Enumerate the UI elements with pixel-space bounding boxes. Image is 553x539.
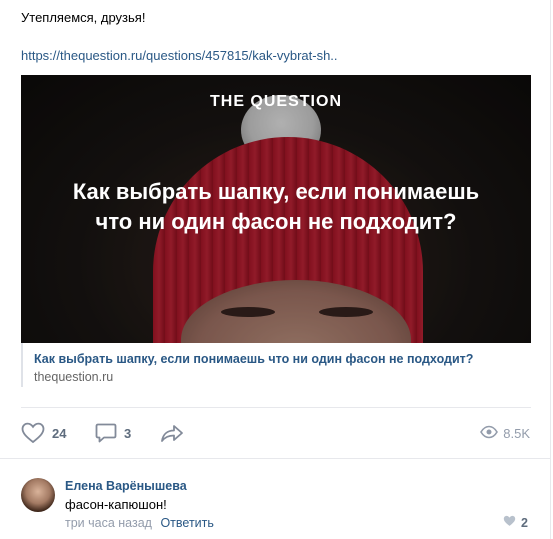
divider (0, 458, 551, 459)
snippet-brand: THE QUESTION (209, 93, 342, 110)
comment-meta: три часа назад Ответить (65, 516, 214, 530)
post-text: Утепляемся, друзья! (21, 10, 146, 25)
like-button[interactable]: 24 (21, 420, 66, 446)
snippet-headline: Как выбрать шапку, если понимаешь что ни… (21, 177, 531, 237)
comment-like-button[interactable]: 2 (503, 515, 528, 530)
snippet-headline-line2: что ни один фасон не подходит? (95, 209, 457, 234)
comment-text: фасон-капюшон! (65, 497, 167, 512)
views-count: 8.5K (503, 425, 530, 441)
comment-icon (95, 422, 117, 444)
like-count: 24 (52, 425, 67, 441)
snippet-headline-line1: Как выбрать шапку, если понимаешь (72, 179, 480, 204)
comment-time[interactable]: три часа назад (65, 516, 152, 530)
share-button[interactable] (160, 420, 184, 446)
snippet-title[interactable]: Как выбрать шапку, если понимаешь что ни… (34, 352, 473, 366)
snippet-domain[interactable]: thequestion.ru (34, 370, 113, 384)
snippet-image[interactable]: THE QUESTION Как выбрать шапку, если пон… (21, 75, 531, 343)
comment-author[interactable]: Елена Варёнышева (65, 479, 187, 493)
heart-icon (503, 515, 516, 530)
reply-button[interactable]: Ответить (160, 516, 213, 530)
comment-like-count: 2 (521, 515, 528, 530)
comment-count: 3 (124, 425, 132, 441)
post-card: Утепляемся, друзья! https://thequestion.… (0, 0, 551, 539)
eye-icon (480, 425, 499, 442)
views-counter: 8.5K (480, 420, 530, 446)
comment-button[interactable]: 3 (95, 420, 131, 446)
avatar[interactable] (21, 478, 55, 512)
post-link[interactable]: https://thequestion.ru/questions/457815/… (21, 48, 338, 63)
heart-icon (21, 422, 45, 444)
snippet-meta: Как выбрать шапку, если понимаешь что ни… (21, 343, 531, 387)
divider (21, 407, 531, 408)
share-icon (160, 422, 184, 444)
